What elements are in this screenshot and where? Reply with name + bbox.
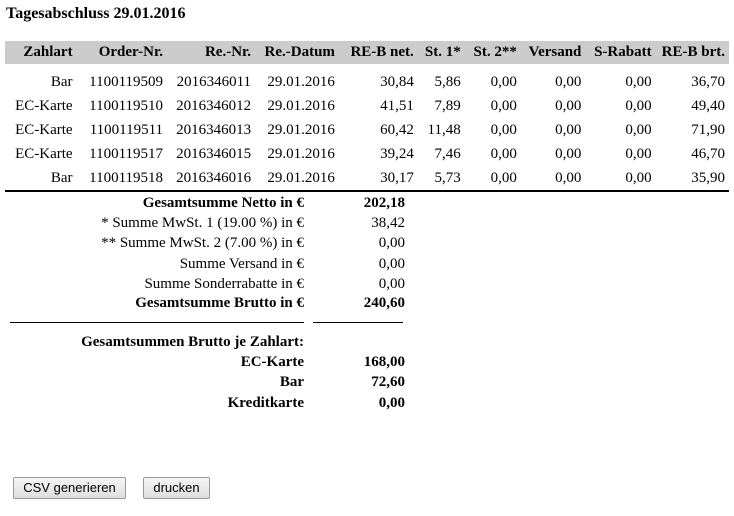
versand-sum-label: Summe Versand in € [179,256,304,272]
cell-st2: 0,00 [490,145,517,162]
cell-re-nr: 2016346012 [176,97,252,114]
cell-versand: 0,00 [520,166,586,192]
cell-versand: 0,00 [555,97,582,114]
cell-re-b-brt: 71,90 [691,121,725,138]
cell-re-b-brt: 36,70 [691,73,725,90]
cell-zahlart: EC-Karte [15,97,73,114]
mwst2-sum-label: ** Summe MwSt. 2 (7.00 %) in € [101,235,304,251]
payment-method-value: 0,00 [378,395,405,411]
column-header-re-nr: Re.-Nr. [167,41,256,64]
payment-method-label: EC-Karte [240,354,304,370]
cell-re-datum: 29.01.2016 [267,97,335,114]
cell-re-nr: 2016346015 [176,145,252,162]
cell-re-b-net: 60,42 [380,121,414,138]
column-header-versand: Versand [520,41,586,64]
column-header-s-rabatt: S-Rabatt [585,41,656,64]
cell-order-nr: 1100119518 [76,166,168,192]
column-header-st2: St. 2** [464,41,521,64]
divider-line-left [10,322,304,323]
table-header-row: Zahlart Order-Nr. Re.-Nr. Re.-Datum RE-B… [5,41,729,64]
column-header-order-nr: Order-Nr. [76,41,168,64]
cell-s-rabatt: 0,00 [625,121,652,138]
cell-st2: 0,00 [490,73,517,90]
cell-order-nr: 1100119509 [89,73,164,90]
cell-st1: 7,46 [434,145,461,162]
rabatte-sum-value: 0,00 [378,276,405,292]
print-button[interactable]: drucken [143,477,210,499]
cell-re-b-net: 30,17 [338,166,418,192]
cell-re-b-net: 30,84 [380,73,414,90]
cell-re-b-brt: 35,90 [655,166,729,192]
rabatte-sum-label: Summe Sonderrabatte in € [144,276,304,292]
cell-st1: 5,73 [417,166,465,192]
divider-line-right [313,322,403,323]
cell-s-rabatt: 0,00 [625,73,652,90]
payment-method-value: 168,00 [363,354,405,370]
column-header-re-datum: Re.-Datum [255,41,339,64]
cell-st2: 0,00 [490,97,517,114]
cell-re-datum: 29.01.2016 [267,121,335,138]
payment-method-value: 72,60 [371,374,405,390]
column-header-re-b-net: RE-B net. [338,41,418,64]
table-row: EC-Karte 1100119517 2016346015 29.01.201… [5,142,729,166]
cell-zahlart: EC-Karte [15,145,73,162]
cell-re-datum: 29.01.2016 [255,166,339,192]
cell-re-datum: 29.01.2016 [267,145,335,162]
cell-st2: 0,00 [490,121,517,138]
netto-total-value: 202,18 [363,195,405,211]
cell-re-b-net: 39,24 [380,145,414,162]
cell-st2: 0,00 [464,166,521,192]
cell-zahlart: Bar [5,166,77,192]
payment-method-label: Kreditkarte [227,395,304,411]
netto-total-label: Gesamtsumme Netto in € [142,195,304,211]
cell-versand: 0,00 [555,145,582,162]
brutto-total-value: 240,60 [363,295,405,311]
cell-st1: 11,48 [427,121,461,138]
payment-totals-heading: Gesamtsummen Brutto je Zahlart: [81,334,304,350]
cell-st1: 7,89 [434,97,461,114]
cell-s-rabatt: 0,00 [625,97,652,114]
cell-zahlart: Bar [50,73,73,90]
mwst1-sum-label: * Summe MwSt. 1 (19.00 %) in € [101,215,304,231]
cell-re-b-brt: 46,70 [691,145,725,162]
orders-table: Zahlart Order-Nr. Re.-Nr. Re.-Datum RE-B… [5,41,729,192]
cell-st1: 5,86 [434,73,461,90]
column-header-st1: St. 1* [417,41,465,64]
cell-re-nr: 2016346013 [176,121,252,138]
brutto-total-label: Gesamtsumme Brutto in € [135,295,304,311]
payment-method-label: Bar [279,374,304,390]
column-header-re-b-brt: RE-B brt. [655,41,729,64]
cell-re-nr: 2016346011 [176,73,252,90]
page-title: Tagesabschluss 29.01.2016 [6,5,186,22]
cell-order-nr: 1100119511 [89,121,164,138]
column-header-zahlart: Zahlart [5,41,77,64]
table-row: Bar 1100119518 2016346016 29.01.2016 30,… [5,166,729,192]
cell-versand: 0,00 [555,73,582,90]
mwst1-sum-value: 38,42 [371,215,405,231]
table-row: EC-Karte 1100119510 2016346012 29.01.201… [5,94,729,118]
cell-re-datum: 29.01.2016 [267,73,335,90]
versand-sum-value: 0,00 [378,256,405,272]
table-row: EC-Karte 1100119511 2016346013 29.01.201… [5,118,729,142]
cell-versand: 0,00 [555,121,582,138]
cell-re-nr: 2016346016 [167,166,256,192]
cell-order-nr: 1100119517 [89,145,164,162]
table-row: Bar 1100119509 2016346011 29.01.2016 30,… [5,70,729,94]
cell-zahlart: EC-Karte [15,121,73,138]
cell-order-nr: 1100119510 [89,97,164,114]
cell-re-b-brt: 49,40 [691,97,725,114]
generate-csv-button[interactable]: CSV generieren [13,477,126,499]
cell-s-rabatt: 0,00 [585,166,656,192]
mwst2-sum-value: 0,00 [378,235,405,251]
cell-s-rabatt: 0,00 [625,145,652,162]
cell-re-b-net: 41,51 [380,97,414,114]
